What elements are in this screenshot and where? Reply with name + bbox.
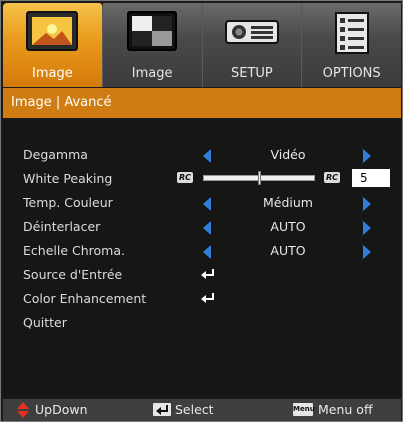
row-label: White Peaking: [23, 171, 113, 186]
menu-title: Image | Avancé: [3, 88, 401, 118]
right-arrow-icon[interactable]: [363, 245, 371, 259]
menu-row-color-enhancement[interactable]: Color Enhancement: [3, 287, 401, 309]
menu-list: Degamma Vidéo White Peaking RC RC 5 Temp…: [3, 119, 401, 397]
image-landscape-icon: [26, 11, 79, 51]
footer-updown-label: UpDown: [35, 402, 88, 417]
row-value: AUTO: [270, 219, 306, 234]
menu-row-quitter[interactable]: Quitter: [3, 311, 401, 333]
row-label: Color Enhancement: [23, 291, 147, 306]
row-label: Degamma: [23, 147, 88, 162]
row-value: Vidéo: [270, 147, 306, 162]
row-label: Source d'Entrée: [23, 267, 123, 282]
menu-row-degamma[interactable]: Degamma Vidéo: [3, 143, 401, 165]
image-contrast-icon: [127, 11, 178, 51]
rc-icon: RC: [177, 172, 193, 183]
enter-icon[interactable]: [201, 293, 215, 303]
tab-setup[interactable]: SETUP: [202, 3, 303, 87]
footer-menu-off-label: Menu off: [318, 402, 373, 417]
tab-image[interactable]: Image: [3, 3, 103, 87]
menu-row-deinterlacer[interactable]: Déinterlacer AUTO: [3, 215, 401, 237]
tab-label: SETUP: [230, 66, 273, 81]
tab-bar: Image Image SETUP OPTIONS: [3, 3, 401, 87]
right-arrow-icon[interactable]: [363, 149, 371, 163]
right-arrow-icon[interactable]: [363, 197, 371, 211]
select-enter-icon: [153, 403, 171, 416]
left-arrow-icon[interactable]: [203, 221, 211, 235]
menu-row-white-peaking[interactable]: White Peaking RC RC 5: [3, 167, 401, 189]
menu-row-source-entree[interactable]: Source d'Entrée: [3, 263, 401, 285]
menu-key-icon: Menu: [293, 403, 315, 416]
row-value: AUTO: [270, 243, 306, 258]
row-label: Temp. Couleur: [23, 195, 113, 210]
slider-value: 5: [352, 169, 390, 187]
left-arrow-icon[interactable]: [203, 149, 211, 163]
left-arrow-icon[interactable]: [203, 245, 211, 259]
tab-label: Image: [131, 66, 173, 81]
tab-image-2[interactable]: Image: [102, 3, 203, 87]
options-list-icon: [334, 12, 369, 54]
rc-icon: RC: [324, 172, 340, 183]
projector-icon: [224, 20, 279, 44]
row-label: Echelle Chroma.: [23, 243, 125, 258]
up-down-arrow-icon: [17, 402, 29, 418]
tab-label: Image: [32, 66, 73, 81]
left-arrow-icon[interactable]: [203, 197, 211, 211]
slider-handle[interactable]: [258, 171, 261, 185]
row-label: Quitter: [23, 315, 67, 330]
tab-label: OPTIONS: [322, 66, 381, 81]
menu-row-echelle-chroma[interactable]: Echelle Chroma. AUTO: [3, 239, 401, 261]
footer-bar: UpDown Select Menu Menu off: [3, 399, 401, 421]
footer-select-label: Select: [175, 402, 214, 417]
right-arrow-icon[interactable]: [363, 221, 371, 235]
row-label: Déinterlacer: [23, 219, 101, 234]
row-value: Médium: [263, 195, 313, 210]
enter-icon[interactable]: [201, 269, 215, 279]
osd-menu: Image Image SETUP OPTIONS Image | Avancé…: [0, 0, 403, 422]
tab-options[interactable]: OPTIONS: [302, 3, 401, 87]
menu-row-temp-couleur[interactable]: Temp. Couleur Médium: [3, 191, 401, 213]
